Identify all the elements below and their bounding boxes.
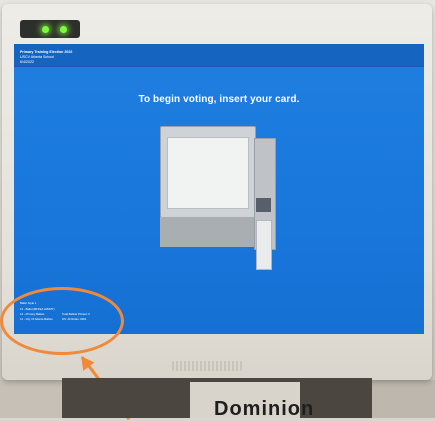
insert-card-prompt: To begin voting, insert your card.	[138, 94, 300, 105]
election-title: Primary Training Election 2022	[20, 50, 73, 54]
illustration-display	[167, 137, 249, 209]
floor-right	[372, 380, 435, 418]
camera-strip	[20, 20, 80, 38]
annotation-circle	[0, 287, 124, 355]
machine-illustration-tablet	[160, 126, 256, 218]
status-led-icon	[42, 26, 49, 33]
voter-card-icon	[256, 220, 272, 270]
power-led-icon	[60, 26, 67, 33]
election-header: Primary Training Election 2022 USCV Atla…	[14, 44, 424, 67]
polling-location: USCV Atlanta School	[20, 55, 54, 59]
machine-illustration-stand	[160, 217, 256, 247]
floor-left	[0, 380, 62, 418]
election-date: 6/4/2022	[20, 60, 34, 64]
speaker-grille	[172, 361, 242, 371]
card-slot-icon	[256, 198, 271, 212]
